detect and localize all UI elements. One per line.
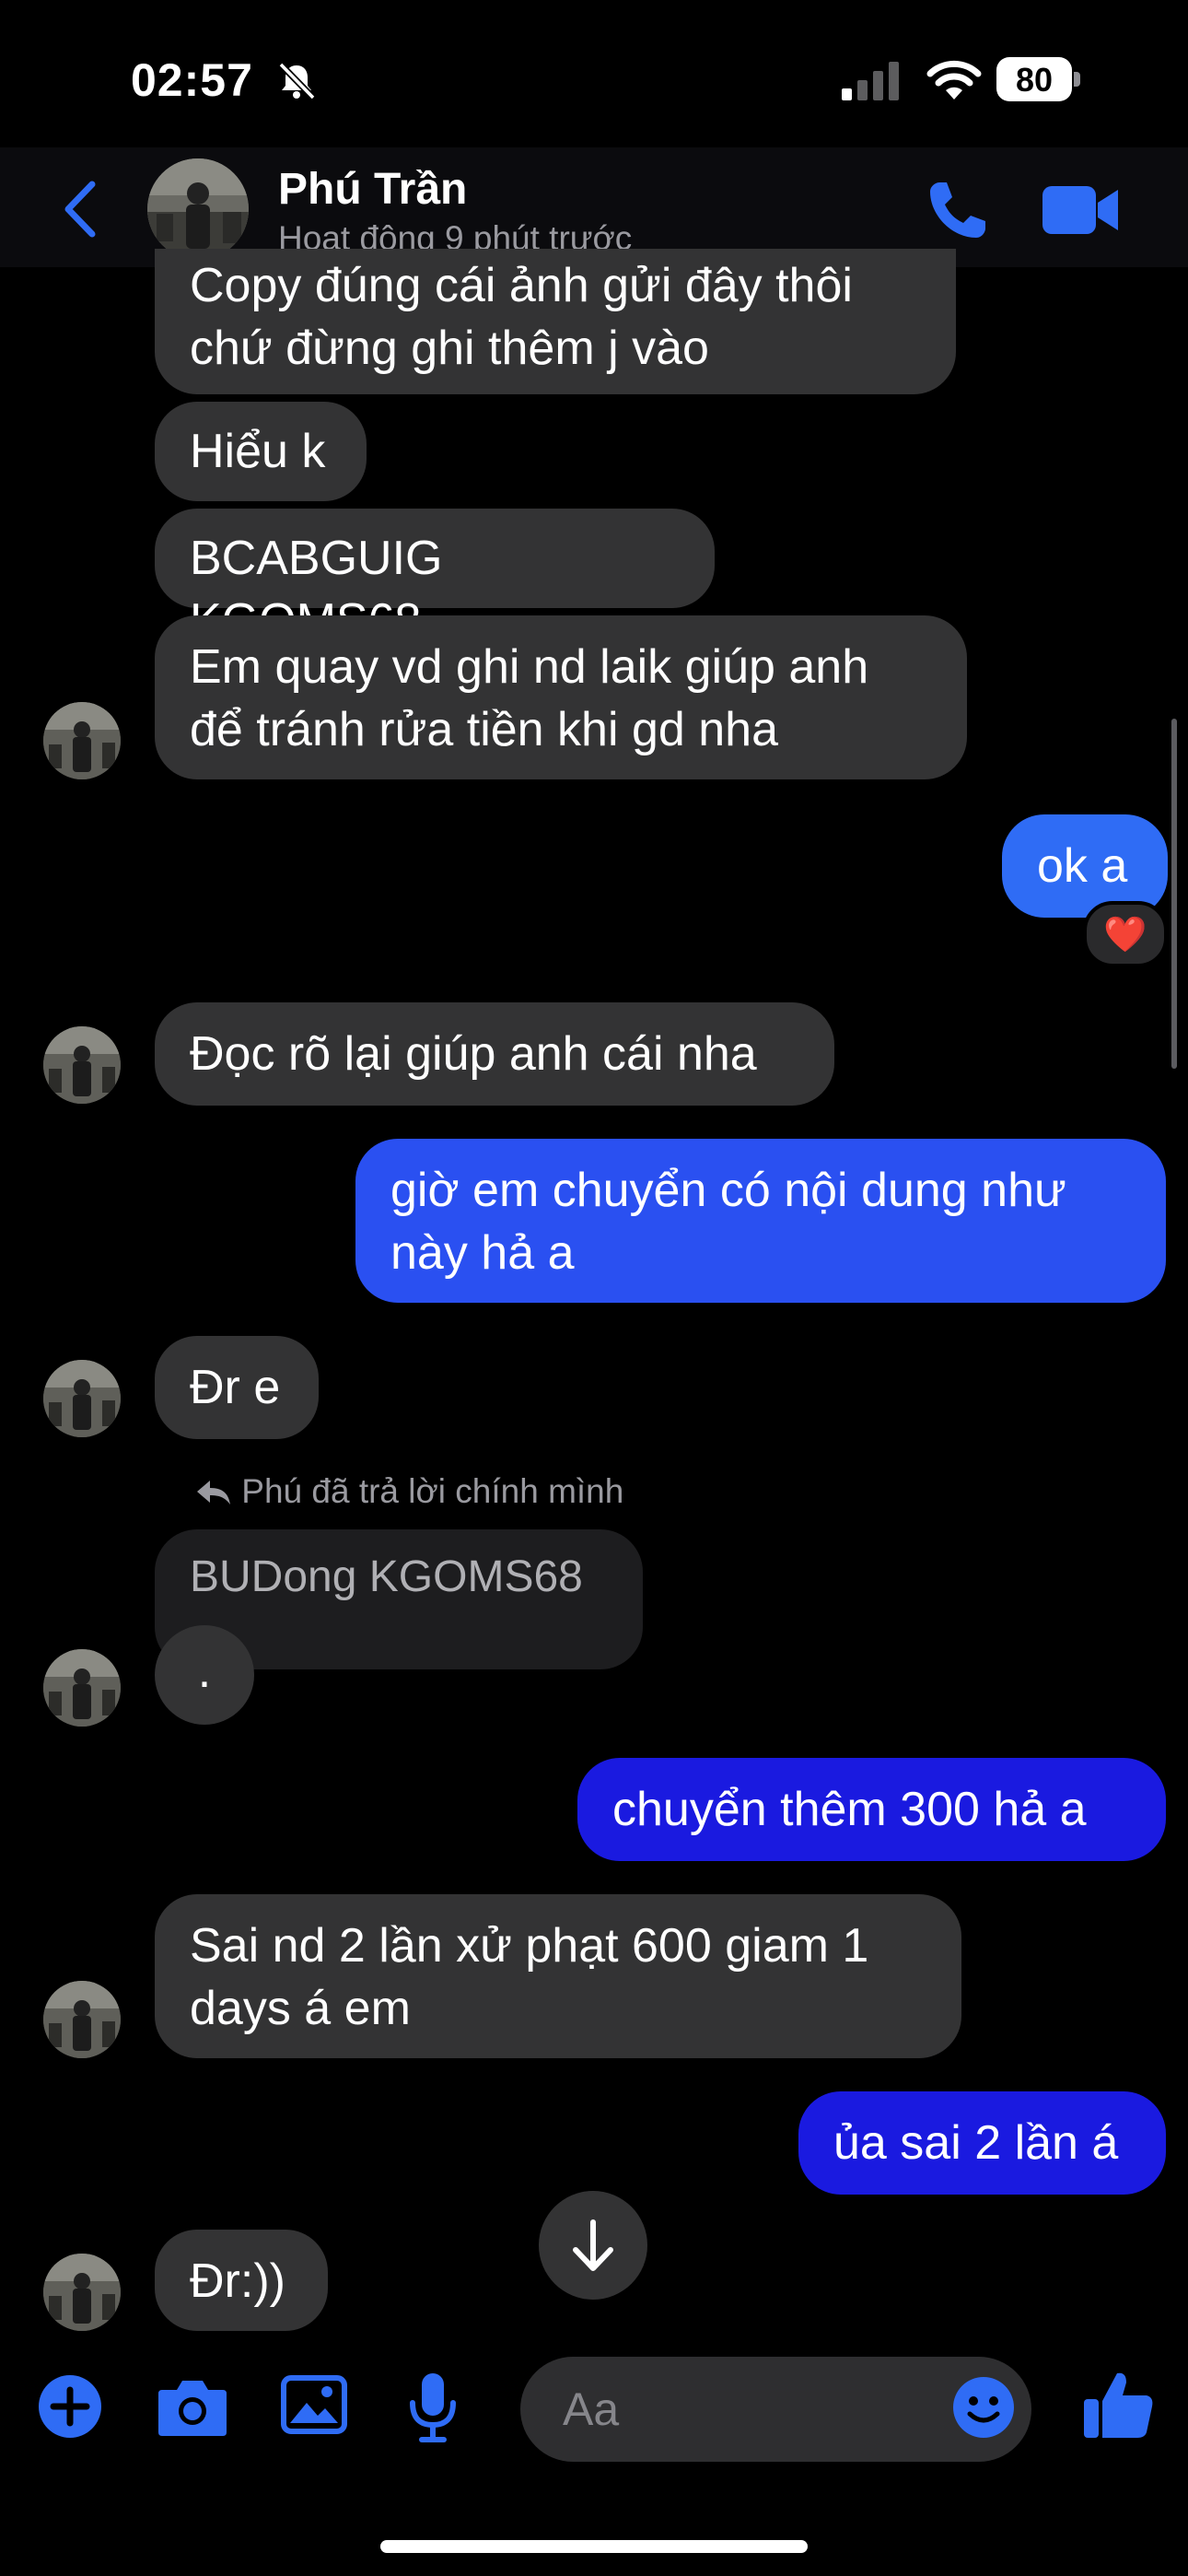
message-text: chuyển thêm 300 hả a xyxy=(612,1783,1087,1836)
message-bubble-incoming[interactable]: Sai nd 2 lần xử phạt 600 giam 1 days á e… xyxy=(155,1894,961,2058)
message-line: chứ đừng ghi thêm j vào xyxy=(190,322,709,375)
reply-arrow-icon xyxy=(197,1481,230,1505)
bell-slash-icon xyxy=(278,62,316,100)
message-text: . xyxy=(197,1645,212,1698)
message-line: Em quay vd ghi nd laik giúp anh xyxy=(190,640,869,694)
message-text: ủa sai 2 lần á xyxy=(833,2116,1119,2170)
message-line: giờ em chuyển có nội dung như xyxy=(390,1164,1066,1217)
smiley-icon[interactable] xyxy=(951,2375,1016,2440)
message-bubble-incoming[interactable]: Copy đúng cái ảnh gửi đây thôi chứ đừng … xyxy=(155,249,956,394)
message-bubble-incoming[interactable]: . xyxy=(155,1625,254,1725)
avatar[interactable] xyxy=(43,1981,121,2058)
chevron-left-icon[interactable] xyxy=(57,177,103,241)
plus-icon[interactable] xyxy=(35,2371,105,2441)
thumbs-up-icon[interactable] xyxy=(1082,2368,1156,2441)
quoted-text: BUDong KGOMS68 xyxy=(190,1552,583,1601)
avatar[interactable] xyxy=(43,1026,121,1104)
battery-level: 80 xyxy=(1015,61,1054,99)
home-indicator xyxy=(380,2540,808,2553)
message-text: Đr e xyxy=(190,1361,281,1414)
scroll-to-bottom-button[interactable] xyxy=(539,2191,647,2300)
reaction-badge[interactable]: ❤️ xyxy=(1083,901,1168,967)
arrow-down-icon xyxy=(573,2219,613,2271)
video-camera-icon[interactable] xyxy=(1041,182,1120,238)
signal-icon xyxy=(842,62,899,100)
camera-icon[interactable] xyxy=(157,2375,228,2438)
avatar[interactable] xyxy=(147,158,249,260)
message-bubble-incoming[interactable]: Hiểu k xyxy=(155,402,367,501)
message-bubble-incoming[interactable]: BCABGUIG KGOMS68 xyxy=(155,509,715,648)
message-line: Copy đúng cái ảnh gửi đây thôi xyxy=(190,259,853,312)
battery-icon: 80 xyxy=(996,57,1083,101)
microphone-icon[interactable] xyxy=(405,2371,460,2443)
heart-reaction-icon: ❤️ xyxy=(1103,914,1147,954)
avatar[interactable] xyxy=(43,1649,121,1727)
scrollbar[interactable] xyxy=(1171,719,1177,1069)
reply-note: Phú đã trả lời chính mình xyxy=(195,1472,623,1511)
avatar[interactable] xyxy=(43,702,121,779)
message-bubble-incoming[interactable]: Đr:)) xyxy=(155,2230,328,2331)
message-bubble-incoming[interactable]: Đr e xyxy=(155,1336,319,1439)
image-icon[interactable] xyxy=(281,2375,347,2434)
contact-name[interactable]: Phú Trần xyxy=(278,164,467,215)
message-bubble-outgoing[interactable]: chuyển thêm 300 hả a xyxy=(577,1758,1166,1861)
message-line: Sai nd 2 lần xử phạt 600 giam 1 xyxy=(190,1919,869,1973)
message-bubble-incoming[interactable]: Đọc rõ lại giúp anh cái nha xyxy=(155,1002,834,1106)
message-bubble-outgoing[interactable]: ủa sai 2 lần á xyxy=(798,2091,1166,2195)
message-bubble-incoming[interactable]: Em quay vd ghi nd laik giúp anh để tránh… xyxy=(155,615,967,779)
message-line: để tránh rửa tiền khi gd nha xyxy=(190,703,779,756)
avatar[interactable] xyxy=(43,2254,121,2331)
phone-icon[interactable] xyxy=(925,177,991,243)
status-time: 02:57 xyxy=(131,54,253,106)
message-text: Đọc rõ lại giúp anh cái nha xyxy=(190,1027,757,1081)
message-line: này hả a xyxy=(390,1226,575,1280)
avatar[interactable] xyxy=(43,1360,121,1437)
message-bubble-outgoing[interactable]: giờ em chuyển có nội dung như này hả a xyxy=(355,1139,1166,1303)
reply-note-text: Phú đã trả lời chính mình xyxy=(241,1472,624,1510)
message-text: Đr:)) xyxy=(190,2254,285,2308)
message-line: days á em xyxy=(190,1982,411,2035)
wifi-icon xyxy=(926,60,982,100)
message-text: Hiểu k xyxy=(190,425,326,478)
message-text: ok a xyxy=(1037,839,1128,893)
